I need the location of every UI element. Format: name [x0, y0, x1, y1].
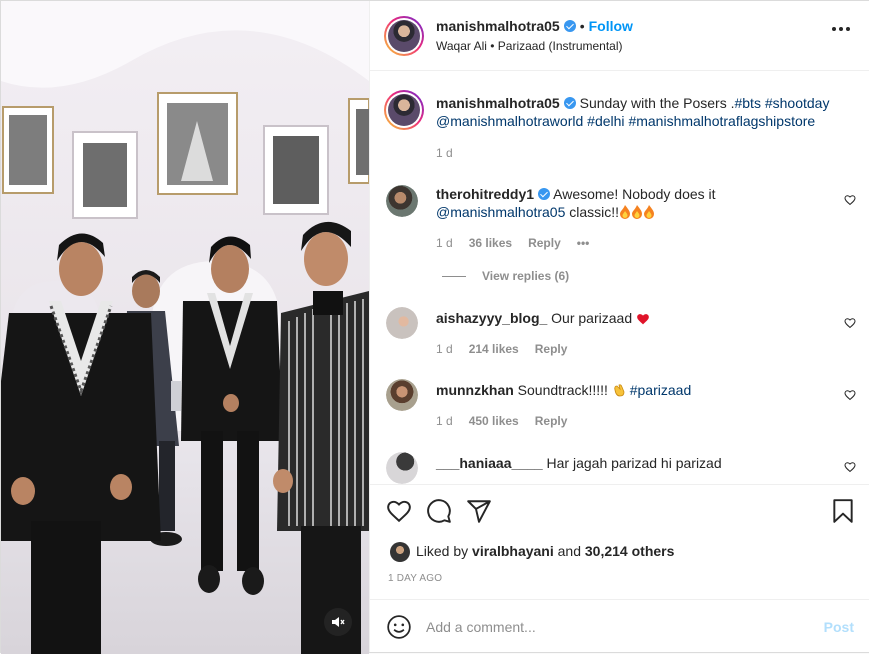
save-bookmark-icon[interactable] — [830, 498, 856, 524]
separator-dot: • — [579, 18, 585, 34]
verified-badge-icon — [538, 188, 551, 200]
add-comment-bar: Post — [370, 599, 869, 652]
audio-track[interactable]: Parizaad (Instrumental) — [498, 39, 623, 53]
follow-button[interactable]: Follow — [589, 18, 633, 34]
author-avatar[interactable] — [384, 16, 424, 56]
author-username[interactable]: manishmalhotra05 — [436, 18, 560, 34]
commenter-avatar[interactable] — [386, 307, 418, 339]
clapping-hands-emoji-icon — [614, 384, 625, 397]
comment-meta: 1 d 36 likes Reply ••• — [436, 236, 589, 250]
more-options-icon[interactable] — [832, 27, 850, 31]
speaker-muted-icon — [332, 617, 345, 627]
audio-attribution: Waqar Ali • Parizaad (Instrumental) — [436, 39, 623, 53]
comments-list[interactable]: manishmalhotra05 Sunday with the Posers … — [370, 72, 869, 484]
comment-time[interactable]: 1 d — [436, 236, 453, 250]
comment-author[interactable]: aishazyyy_blog_ — [436, 310, 547, 326]
emoji-smiley-icon[interactable] — [386, 614, 412, 640]
audio-artist[interactable]: Waqar Ali — [436, 39, 487, 53]
caption-author-avatar[interactable] — [384, 90, 424, 130]
caption-author[interactable]: manishmalhotra05 — [436, 95, 560, 111]
commenter-avatar[interactable] — [386, 379, 418, 411]
hashtag-parizaad[interactable]: #parizaad — [630, 382, 692, 398]
comment-body: Awesome! Nobody does it — [553, 186, 716, 202]
like-comment-heart-icon[interactable] — [844, 461, 856, 473]
like-comment-heart-icon[interactable] — [844, 389, 856, 401]
mute-button[interactable] — [324, 608, 352, 636]
like-heart-icon[interactable] — [386, 498, 412, 524]
comment-text: therohitreddy1 Awesome! Nobody does it @… — [436, 185, 836, 221]
red-heart-emoji-icon — [637, 314, 649, 325]
liker-avatar[interactable] — [390, 542, 410, 562]
audio-separator: • — [490, 39, 495, 53]
comment-meta: 1 d 214 likes Reply — [436, 342, 583, 356]
post-actions-bar — [370, 484, 869, 540]
post-header: manishmalhotra05 • Follow Waqar Ali • Pari… — [370, 1, 869, 71]
comment-input[interactable] — [426, 614, 806, 640]
video-frame-image — [1, 1, 369, 654]
replies-divider — [442, 276, 466, 278]
comment-time[interactable]: 1 d — [436, 414, 453, 428]
comment-bubble-icon[interactable] — [426, 498, 452, 524]
commenter-avatar[interactable] — [386, 185, 418, 217]
fire-emoji-icon — [619, 204, 655, 220]
likes-prefix: Liked by — [416, 543, 469, 559]
comment-options-icon[interactable]: ••• — [577, 236, 590, 250]
view-replies-button[interactable]: View replies (6) — [442, 269, 569, 283]
likes-and: and — [557, 543, 581, 559]
comment-body-end: classic!! — [569, 204, 620, 220]
comment-author[interactable]: munnzkhan — [436, 382, 514, 398]
comment-author[interactable]: ___haniaaa____ — [436, 455, 543, 471]
comment-body: Soundtrack!!!!! — [517, 382, 608, 398]
post-date[interactable]: 1 DAY AGO — [388, 573, 442, 584]
comment-likes[interactable]: 36 likes — [469, 236, 512, 250]
author-row: manishmalhotra05 • Follow — [436, 18, 633, 34]
reply-button[interactable]: Reply — [528, 236, 561, 250]
share-paper-plane-icon[interactable] — [466, 498, 492, 524]
reply-button[interactable]: Reply — [535, 342, 568, 356]
mention-manishmalhotraworld[interactable]: @manishmalhotraworld — [436, 113, 583, 129]
like-comment-heart-icon[interactable] — [844, 194, 856, 206]
comment-text: aishazyyy_blog_ Our parizaad — [436, 309, 836, 327]
mention-link[interactable]: @manishmalhotra05 — [436, 204, 565, 220]
post-details-panel: manishmalhotra05 • Follow Waqar Ali • Pari… — [369, 1, 869, 652]
comment-author[interactable]: therohitreddy1 — [436, 186, 534, 202]
caption-text: manishmalhotra05 Sunday with the Posers … — [436, 94, 856, 130]
comment-body: Har jagah parizad hi parizad — [546, 455, 722, 471]
comment-time[interactable]: 1 d — [436, 342, 453, 356]
commenter-avatar[interactable] — [386, 452, 418, 484]
like-comment-heart-icon[interactable] — [844, 317, 856, 329]
comment-likes[interactable]: 214 likes — [469, 342, 519, 356]
comment-text: munnzkhan Soundtrack!!!!! #parizaad — [436, 381, 836, 399]
caption-meta: 1 d — [436, 146, 469, 160]
caption-time[interactable]: 1 d — [436, 146, 453, 160]
comment-meta: 1 d 450 likes Reply — [436, 414, 583, 428]
likes-count[interactable]: 30,214 others — [585, 543, 675, 559]
hashtag-delhi[interactable]: #delhi — [587, 113, 624, 129]
caption-body: Sunday with the Posers . — [579, 95, 735, 111]
hashtag-bts[interactable]: #bts — [734, 95, 760, 111]
post-video[interactable] — [1, 1, 369, 654]
hashtag-shootday[interactable]: #shootday — [765, 95, 830, 111]
comment-body: Our parizaad — [551, 310, 633, 326]
comment-text: ___haniaaa____ Har jagah parizad hi pari… — [436, 454, 836, 472]
post-comment-button[interactable]: Post — [824, 619, 854, 635]
view-replies-label[interactable]: View replies (6) — [482, 269, 569, 283]
verified-badge-icon — [563, 20, 576, 32]
verified-badge-icon — [563, 97, 576, 109]
comment-likes[interactable]: 450 likes — [469, 414, 519, 428]
reply-button[interactable]: Reply — [535, 414, 568, 428]
hashtag-flagshipstore[interactable]: #manishmalhotraflagshipstore — [628, 113, 815, 129]
liker-username[interactable]: viralbhayani — [472, 543, 554, 559]
instagram-post-modal: manishmalhotra05 • Follow Waqar Ali • Pari… — [0, 0, 869, 654]
